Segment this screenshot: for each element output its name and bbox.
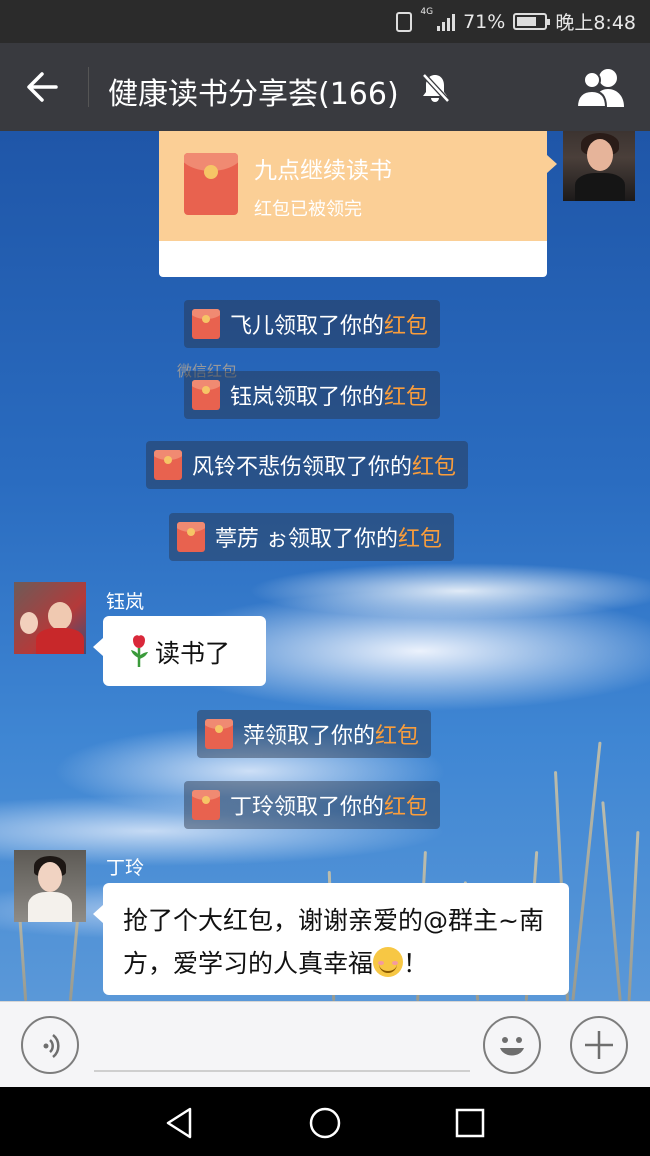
- red-packet-small-icon: [154, 450, 182, 480]
- red-packet-small-icon: [177, 522, 205, 552]
- red-packet-message[interactable]: 九点继续读书 红包已被领完 微信红包: [159, 131, 557, 380]
- background-grass: [627, 831, 640, 1001]
- battery-icon: [513, 13, 551, 30]
- background-grass: [571, 741, 602, 1001]
- message-bubble[interactable]: 抢了个大红包，谢谢亲爱的@群主~南方，爱学习的人真幸福！: [93, 883, 569, 995]
- red-packet-small-icon: [192, 380, 220, 410]
- my-avatar[interactable]: [563, 131, 635, 201]
- notice-text: 领取了你的: [302, 455, 413, 480]
- system-notice: 丁玲 领取了你的 红包: [184, 781, 441, 829]
- sender-avatar[interactable]: [14, 850, 86, 922]
- notice-user: 钰岚: [230, 385, 275, 410]
- title-bar: 健康读书分享荟(166): [0, 43, 650, 131]
- red-packet-link[interactable]: 红包: [398, 521, 442, 553]
- emoji-button[interactable]: [483, 1016, 541, 1074]
- system-notice: 钰岚 领取了你的 红包: [184, 371, 441, 419]
- voice-icon: [43, 1034, 60, 1058]
- triangle-back-icon: [166, 1107, 192, 1139]
- red-packet-link[interactable]: 红包: [375, 718, 419, 750]
- smiling-face-emoji-icon: [373, 947, 404, 977]
- red-packet-status: 红包已被领完: [254, 199, 362, 220]
- group-icon: [575, 69, 624, 108]
- vibrate-icon: [396, 11, 413, 32]
- input-bar: [0, 1001, 650, 1087]
- clock: 晚上8:48: [555, 12, 636, 34]
- battery-percent: 71%: [463, 10, 506, 33]
- background-grass: [601, 801, 622, 1001]
- sender-name: 钰岚: [106, 591, 145, 613]
- status-bar: 4G 71% 晚上8:48: [0, 0, 650, 43]
- red-packet-icon: [184, 153, 238, 215]
- system-notice: 风铃不悲伤 领取了你的 红包: [146, 441, 469, 489]
- red-packet-footer: 微信红包: [159, 241, 547, 380]
- arrow-left-icon: [27, 72, 58, 102]
- message-text: 读书了: [155, 639, 231, 668]
- back-button[interactable]: [18, 63, 68, 111]
- notice-user: 飞儿: [230, 314, 275, 339]
- rose-emoji-icon: [131, 635, 148, 667]
- group-members-button[interactable]: [574, 65, 628, 109]
- message-text: 抢了个大红包，谢谢亲爱的@群主~南方，爱学习的人真幸福: [123, 906, 544, 978]
- title-divider: [88, 67, 89, 107]
- system-notice: 飞儿 领取了你的 红包: [184, 300, 441, 348]
- nav-home-button[interactable]: [305, 1103, 345, 1143]
- message-input[interactable]: [94, 1070, 470, 1072]
- message-text-end: ！: [403, 949, 429, 978]
- red-packet-body: 九点继续读书 红包已被领完: [159, 131, 557, 241]
- chat-title: 健康读书分享荟(166): [108, 77, 399, 112]
- notice-text: 领取了你的: [265, 724, 376, 749]
- sender-avatar[interactable]: [14, 582, 86, 654]
- red-packet-title: 九点继续读书: [254, 158, 392, 184]
- notice-user: 葶苈 ぉ: [215, 527, 288, 552]
- notice-user: 风铃不悲伤: [192, 455, 303, 480]
- red-packet-link[interactable]: 红包: [384, 789, 428, 821]
- bell-off-icon: [422, 73, 450, 103]
- system-notice: 萍领取了你的 红包: [197, 710, 432, 758]
- sender-name: 丁玲: [106, 857, 145, 879]
- red-packet-link[interactable]: 红包: [384, 379, 428, 411]
- message-bubble[interactable]: 读书了: [93, 616, 266, 686]
- network-type: 4G: [420, 7, 434, 17]
- emoji-icon: [500, 1037, 524, 1056]
- notice-text: 领取了你的: [288, 527, 399, 552]
- chat-area[interactable]: 九点继续读书 红包已被领完 微信红包 飞儿 领取了你的 红包 钰岚 领取了你的 红包 风…: [0, 131, 650, 1001]
- notice-text: 领取了你的: [274, 385, 385, 410]
- notice-user: 萍: [243, 724, 266, 749]
- red-packet-small-icon: [205, 719, 233, 749]
- circle-home-icon: [309, 1107, 341, 1139]
- signal-icon: [437, 13, 456, 31]
- voice-button[interactable]: [21, 1016, 79, 1074]
- red-packet-link[interactable]: 红包: [412, 449, 456, 481]
- notice-text: 领取了你的: [274, 314, 385, 339]
- notice-text: 领取了你的: [274, 795, 385, 820]
- nav-recents-button[interactable]: [450, 1103, 490, 1143]
- notice-user: 丁玲: [230, 795, 275, 820]
- system-notice: 葶苈 ぉ领取了你的 红包: [169, 513, 455, 561]
- nav-back-button[interactable]: [160, 1103, 200, 1143]
- square-recents-icon: [455, 1108, 485, 1138]
- plus-icon: [585, 1031, 613, 1059]
- red-packet-small-icon: [192, 309, 220, 339]
- red-packet-link[interactable]: 红包: [384, 308, 428, 340]
- system-nav-bar: [0, 1087, 650, 1156]
- red-packet-small-icon: [192, 790, 220, 820]
- more-button[interactable]: [570, 1016, 628, 1074]
